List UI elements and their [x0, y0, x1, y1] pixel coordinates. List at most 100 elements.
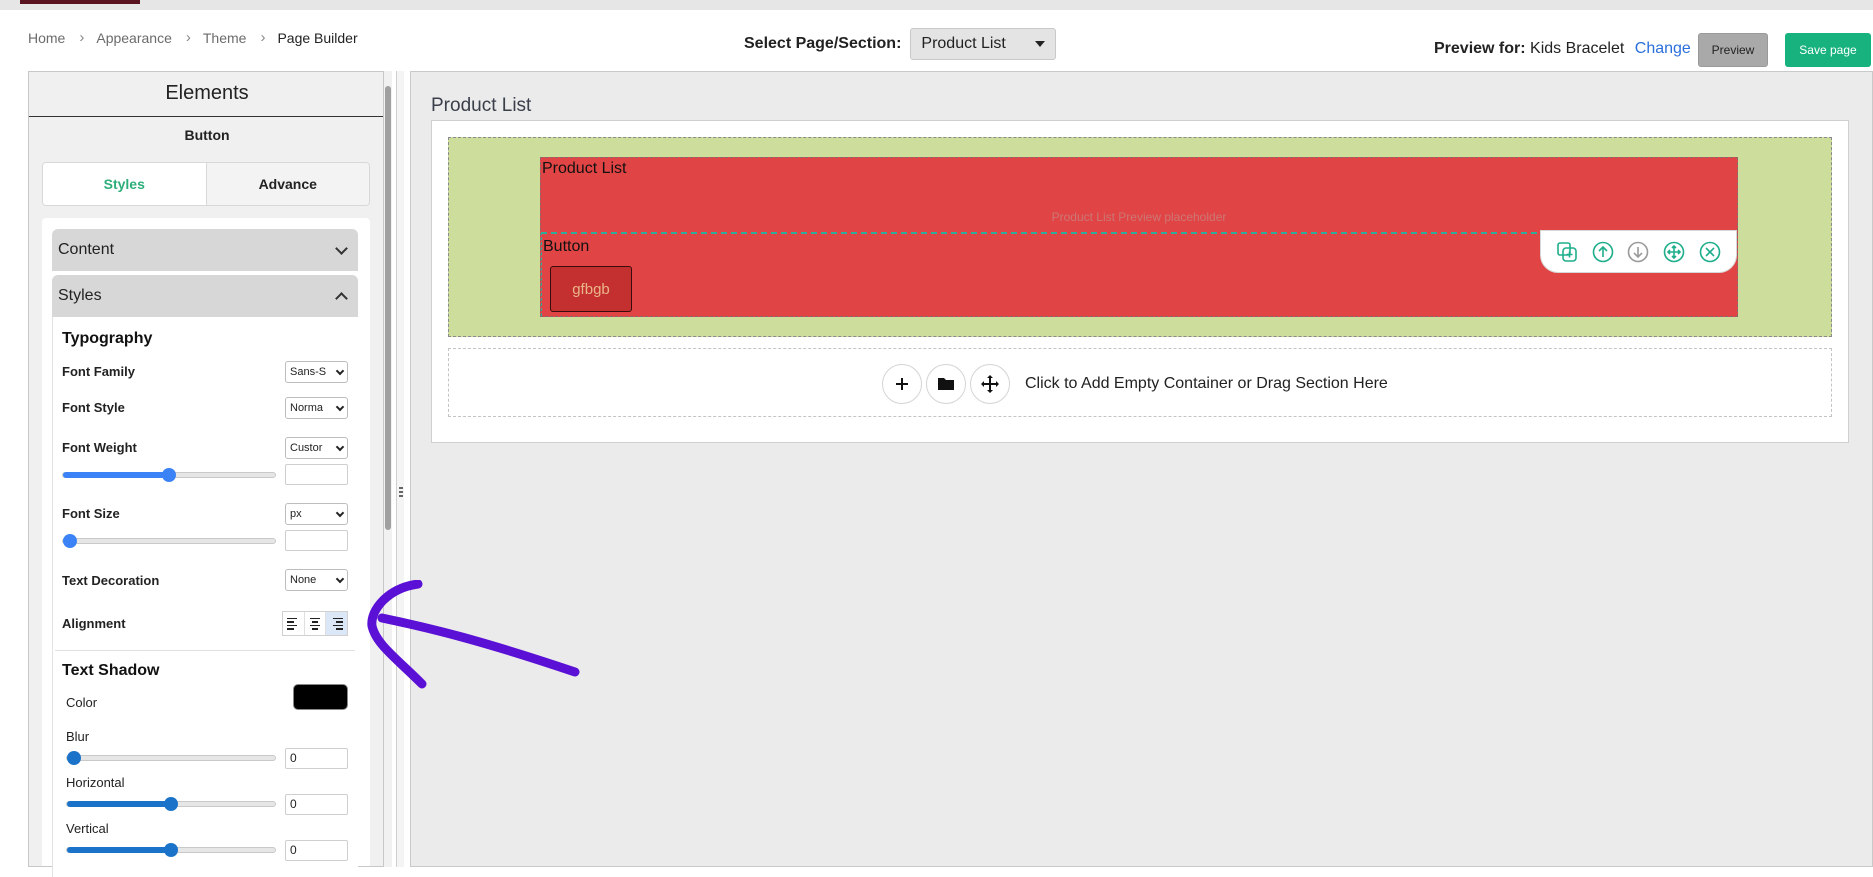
styles-accordion-header[interactable]: Styles — [52, 275, 358, 317]
element-toolbar — [1540, 230, 1737, 273]
chevron-right-icon: › — [185, 29, 191, 46]
panel-divider — [29, 116, 383, 117]
shadow-color-label: Color — [66, 695, 98, 710]
product-list-placeholder: Product List Preview placeholder — [1051, 210, 1227, 224]
shadow-color-swatch[interactable] — [293, 684, 348, 710]
move-icon[interactable] — [970, 364, 1010, 404]
save-page-button[interactable]: Save page — [1785, 33, 1871, 67]
font-size-label: Font Size — [62, 506, 120, 521]
chevron-right-icon: › — [260, 29, 266, 46]
alignment-label: Alignment — [62, 616, 126, 631]
blur-label: Blur — [66, 729, 90, 744]
preview-for-label: Preview for: — [1434, 40, 1526, 57]
content-accordion-label: Content — [58, 241, 115, 258]
font-weight-input[interactable] — [285, 464, 348, 485]
product-list-label: Product List — [542, 160, 627, 177]
text-decoration-value: None — [290, 574, 317, 586]
content-accordion-header[interactable]: Content — [52, 229, 358, 271]
slider-fill — [67, 847, 171, 853]
panel-scrollbar[interactable] — [384, 71, 392, 867]
font-weight-select[interactable]: Custor — [285, 437, 348, 459]
slider-fill — [63, 472, 169, 478]
chevron-up-icon — [335, 291, 348, 305]
brand-bar — [20, 0, 140, 4]
font-weight-slider[interactable] — [62, 468, 276, 482]
font-style-select[interactable]: Norma — [285, 397, 348, 419]
font-style-value: Norma — [290, 402, 324, 414]
tab-advance[interactable]: Advance — [206, 163, 369, 205]
breadcrumb-theme[interactable]: Theme — [203, 30, 247, 46]
add-zone-text: Click to Add Empty Container or Drag Sec… — [1025, 375, 1388, 392]
chevron-down-icon — [1035, 41, 1046, 47]
top-strip — [0, 0, 1873, 10]
panel-title: Elements — [165, 82, 249, 104]
plus-icon[interactable] — [882, 364, 922, 404]
vertical-slider[interactable] — [66, 843, 276, 857]
blur-slider[interactable] — [66, 751, 276, 765]
vertical-input[interactable]: 0 — [285, 840, 348, 861]
alignment-group — [282, 611, 348, 636]
slider-thumb[interactable] — [63, 534, 77, 548]
rendered-button[interactable]: gfbgb — [550, 266, 632, 312]
preview-button[interactable]: Preview — [1698, 33, 1768, 67]
canvas-title: Product List — [431, 95, 532, 116]
align-left-icon[interactable] — [283, 612, 305, 635]
text-decoration-select[interactable]: None — [285, 569, 348, 591]
slider-thumb[interactable] — [67, 751, 81, 765]
preview-for: Preview for: Kids Bracelet Change — [1434, 40, 1691, 58]
font-family-select[interactable]: Sans-S — [285, 361, 348, 383]
chevron-down-icon — [335, 442, 345, 451]
slider-fill — [67, 801, 171, 807]
breadcrumb-home[interactable]: Home — [28, 30, 65, 46]
font-weight-label: Font Weight — [62, 440, 137, 455]
font-size-input[interactable] — [285, 530, 348, 551]
text-shadow-heading: Text Shadow — [62, 662, 160, 679]
slider-thumb[interactable] — [164, 843, 178, 857]
vertical-label: Vertical — [66, 821, 109, 836]
font-style-label: Font Style — [62, 400, 125, 415]
font-family-label: Font Family — [62, 364, 135, 379]
slider-thumb[interactable] — [162, 468, 176, 482]
blur-input[interactable]: 0 — [285, 748, 348, 769]
horizontal-slider[interactable] — [66, 797, 276, 811]
section-divider — [55, 650, 355, 651]
chevron-down-icon — [335, 402, 345, 411]
font-size-slider[interactable] — [62, 534, 276, 548]
horizontal-input[interactable]: 0 — [285, 794, 348, 815]
horizontal-label: Horizontal — [66, 775, 125, 790]
drag-icon[interactable] — [1663, 241, 1685, 263]
typography-heading: Typography — [62, 330, 153, 347]
preview-product: Kids Bracelet — [1530, 40, 1625, 57]
chevron-down-icon — [335, 241, 348, 255]
breadcrumb-appearance[interactable]: Appearance — [96, 30, 172, 46]
change-link[interactable]: Change — [1635, 40, 1691, 57]
chevron-down-icon — [335, 366, 345, 375]
button-element-label: Button — [543, 238, 590, 255]
font-weight-value: Custor — [290, 442, 323, 454]
slider-thumb[interactable] — [164, 797, 178, 811]
duplicate-icon[interactable] — [1556, 241, 1578, 263]
align-center-icon[interactable] — [305, 612, 327, 635]
page-select-dropdown[interactable]: Product List — [910, 28, 1057, 60]
delete-icon[interactable] — [1699, 241, 1721, 263]
font-size-unit-select[interactable]: px — [285, 503, 348, 525]
breadcrumb-current: Page Builder — [277, 29, 358, 46]
panel-tabs: Styles Advance — [42, 162, 370, 206]
folder-icon[interactable] — [926, 364, 966, 404]
move-down-icon[interactable] — [1627, 241, 1649, 263]
page-select-value: Product List — [921, 35, 1006, 52]
grip-icon[interactable] — [399, 487, 403, 499]
text-decoration-label: Text Decoration — [62, 573, 160, 588]
tab-styles[interactable]: Styles — [43, 163, 207, 205]
scrollbar-thumb[interactable] — [385, 86, 391, 530]
styles-accordion-label: Styles — [58, 287, 102, 304]
panel-splitter[interactable] — [396, 71, 404, 867]
move-up-icon[interactable] — [1592, 241, 1614, 263]
chevron-right-icon: › — [79, 29, 85, 46]
panel-subtitle: Button — [184, 127, 230, 143]
annotation-arrow-icon — [367, 580, 580, 689]
font-size-unit-value: px — [290, 508, 302, 520]
align-right-icon[interactable] — [326, 612, 348, 635]
add-container-zone[interactable]: Click to Add Empty Container or Drag Sec… — [448, 348, 1832, 417]
chevron-down-icon — [335, 508, 345, 517]
